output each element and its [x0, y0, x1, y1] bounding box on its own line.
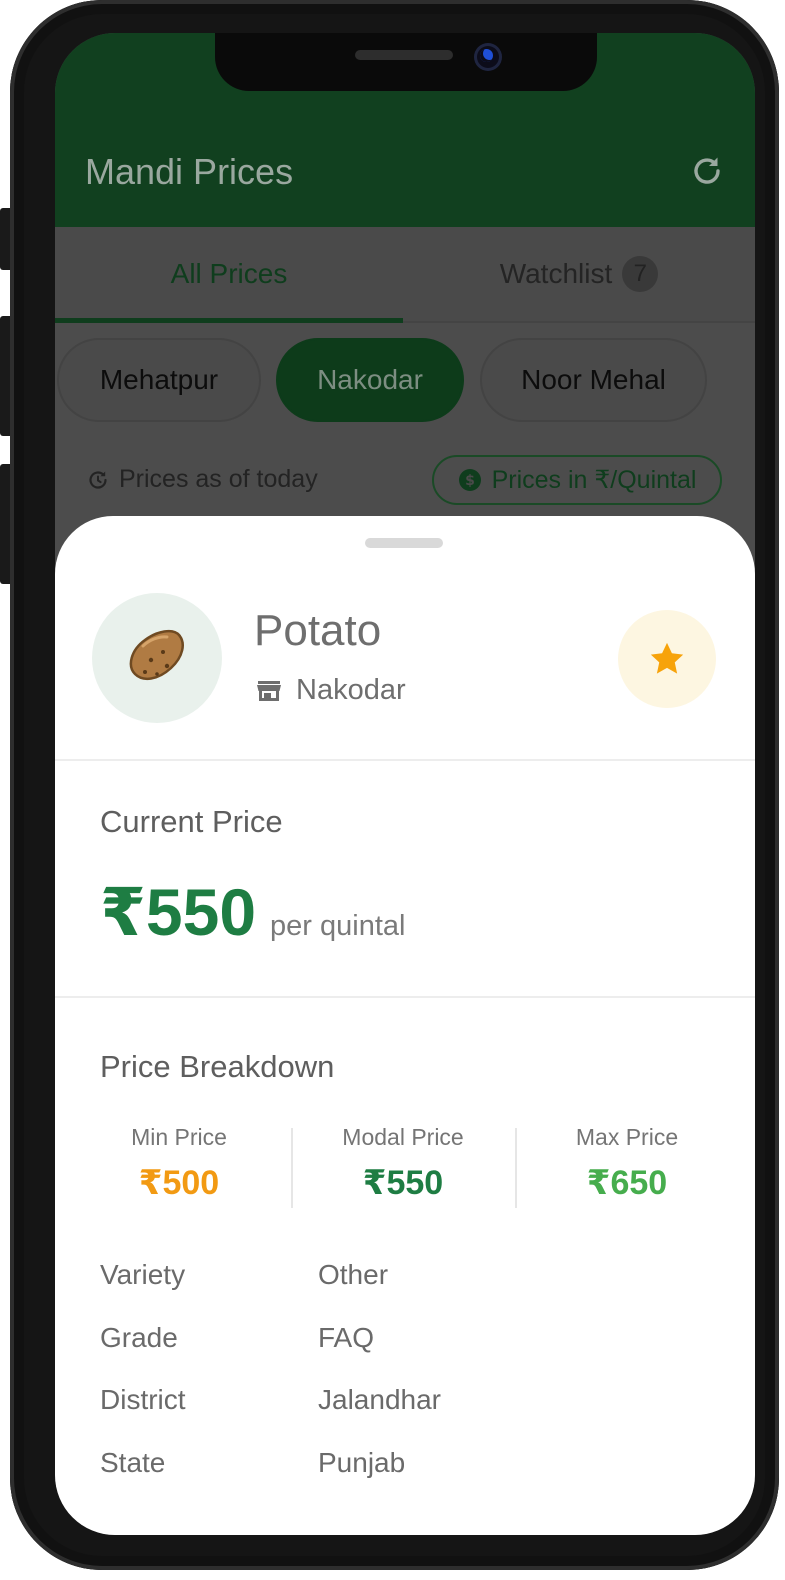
current-price-unit: per quintal [270, 910, 406, 942]
commodity-avatar [92, 593, 222, 723]
max-price-value: ₹650 [586, 1164, 668, 1202]
market-chip-nakodar[interactable]: Nakodar [276, 338, 464, 422]
star-icon [650, 642, 684, 674]
speaker-grille [355, 50, 453, 60]
variety-label: Variety [100, 1259, 186, 1290]
district-value: Jalandhar [318, 1384, 441, 1415]
section-divider [55, 996, 755, 998]
watchlist-star-button[interactable] [618, 610, 716, 708]
section-divider [55, 759, 755, 761]
prices-as-of-text: Prices as of today [119, 465, 318, 493]
state-value: Punjab [318, 1447, 406, 1478]
phone-notch [215, 33, 597, 91]
tab-all-prices-label: All Prices [170, 258, 288, 289]
front-camera [474, 43, 502, 71]
current-price-value: ₹550 [100, 875, 257, 949]
price-unit-text: Prices in ₹/Quintal [491, 466, 697, 494]
store-icon [257, 680, 281, 701]
price-breakdown-title: Price Breakdown [100, 1049, 335, 1084]
currency-icon: $ [458, 469, 481, 491]
current-price-row: ₹550 per quintal [100, 874, 405, 951]
market-chip-noor-mehal[interactable]: Noor Mehal [480, 338, 707, 422]
prices-as-of-row: Prices as of today [87, 465, 318, 494]
sheet-drag-handle[interactable] [365, 538, 443, 548]
current-price-title: Current Price [100, 804, 283, 839]
commodity-detail-sheet: Potato Nakodar Current Price ₹550 per qu… [55, 516, 755, 1535]
grade-value: FAQ [318, 1322, 375, 1353]
modal-price-value: ₹550 [362, 1164, 444, 1202]
max-price-column: Max Price ₹650 [515, 1124, 739, 1203]
grade-label: Grade [100, 1322, 178, 1353]
variety-value: Other [318, 1259, 389, 1290]
min-price-label: Min Price [131, 1124, 227, 1150]
tab-all-prices[interactable]: All Prices [55, 227, 403, 323]
state-label: State [100, 1447, 166, 1478]
tab-bar: All Prices Watchlist 7 [55, 227, 755, 323]
refresh-icon[interactable] [689, 153, 725, 189]
tab-watchlist-label: Watchlist [499, 258, 613, 289]
history-icon [89, 470, 107, 489]
app-title: Mandi Prices [85, 151, 294, 192]
modal-price-label: Modal Price [342, 1124, 464, 1150]
modal-price-column: Modal Price ₹550 [291, 1124, 515, 1203]
app-screen: Mandi Prices All Prices Watchlist 7 Meha… [55, 33, 755, 1535]
commodity-market-row: Nakodar [256, 674, 406, 707]
phone-frame: Mandi Prices All Prices Watchlist 7 Meha… [10, 0, 779, 1570]
commodity-market-name: Nakodar [296, 674, 406, 706]
min-price-value: ₹500 [138, 1164, 220, 1202]
min-price-column: Min Price ₹500 [67, 1124, 291, 1203]
market-chip-mehatpur[interactable]: Mehatpur [57, 338, 261, 422]
active-tab-indicator [55, 318, 403, 323]
commodity-name: Potato [254, 606, 382, 655]
tab-watchlist[interactable]: Watchlist 7 [403, 227, 755, 321]
watchlist-count-badge: 7 [622, 256, 659, 292]
potato-icon [129, 629, 184, 681]
district-label: District [100, 1384, 186, 1415]
price-unit-pill[interactable]: $ Prices in ₹/Quintal [432, 455, 722, 505]
svg-text:$: $ [465, 473, 475, 489]
max-price-label: Max Price [575, 1124, 679, 1150]
